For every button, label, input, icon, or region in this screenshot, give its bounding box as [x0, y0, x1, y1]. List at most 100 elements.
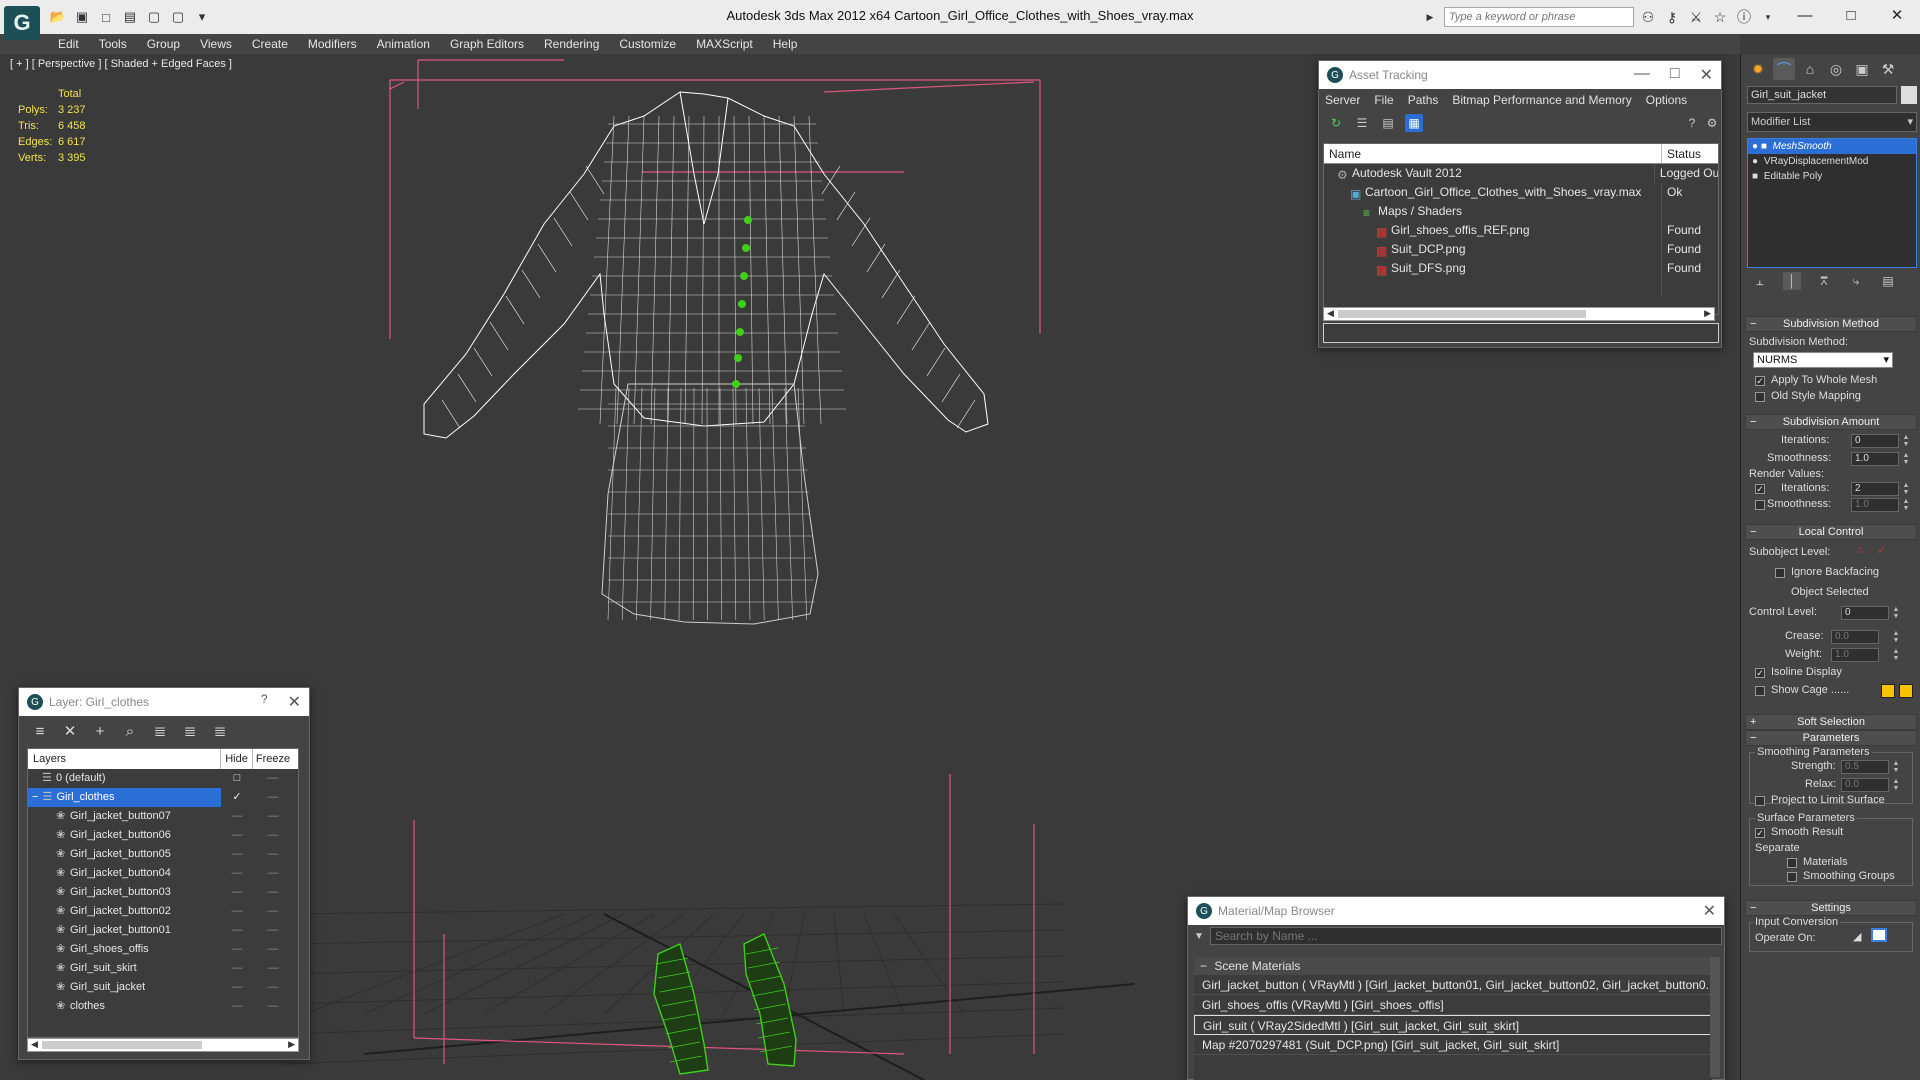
smooth-result-checkbox[interactable]: ✓ — [1755, 828, 1765, 838]
render-smoothness-checkbox[interactable] — [1755, 500, 1765, 510]
asset-menu-file[interactable]: File — [1374, 93, 1393, 107]
viewport-label[interactable]: [ + ] [ Perspective ] [ Shaded + Edged F… — [10, 58, 232, 70]
spinner-arrows-icon[interactable]: ▲ ▼ — [1891, 630, 1901, 644]
minimize-icon[interactable]: — — [1782, 0, 1828, 30]
hide-all-icon[interactable]: ≣ — [181, 722, 199, 740]
freeze-toggle[interactable]: — — [253, 845, 293, 864]
materials-checkbox[interactable] — [1787, 858, 1797, 868]
collapse-icon[interactable]: − — [1200, 959, 1207, 973]
horizontal-scrollbar[interactable]: ◀ ▶ — [27, 1038, 299, 1052]
hide-toggle[interactable]: — — [221, 902, 253, 921]
vertical-scrollbar[interactable] — [1710, 957, 1720, 1077]
scroll-left-icon[interactable]: ◀ — [1327, 308, 1334, 319]
material-browser-title-bar[interactable]: G Material/Map Browser ✕ — [1188, 897, 1724, 925]
help-dropdown-icon[interactable]: ▾ — [1758, 7, 1778, 27]
freeze-toggle[interactable]: — — [253, 997, 293, 1016]
layer-row[interactable]: ❀ Girl_shoes_offis — — — [28, 940, 298, 959]
maximize-icon[interactable]: □ — [1670, 65, 1680, 85]
asset-row[interactable]: ▩ Girl_shoes_offis_REF.png Found — [1324, 221, 1718, 240]
show-end-result-icon[interactable]: │ — [1783, 272, 1801, 290]
strength-spinner[interactable]: 0.5 — [1841, 760, 1889, 774]
hide-toggle[interactable]: — — [221, 883, 253, 902]
layer-row[interactable]: − ☰ Girl_clothes ✓ — — [28, 788, 298, 807]
layer-row[interactable]: ❀ Girl_suit_skirt — — — [28, 959, 298, 978]
new-layer-icon[interactable]: ≡ — [31, 722, 49, 740]
material-row[interactable]: Girl_shoes_offis (VRayMtl ) [Girl_shoes_… — [1194, 995, 1712, 1015]
object-name-field[interactable]: Girl_suit_jacket — [1747, 86, 1897, 104]
undo-icon[interactable]: ▢ — [144, 7, 164, 27]
delete-layer-icon[interactable]: ✕ — [61, 722, 79, 740]
menu-create[interactable]: Create — [242, 34, 298, 54]
hide-toggle[interactable]: — — [221, 826, 253, 845]
freeze-toggle[interactable]: — — [253, 807, 293, 826]
old-style-mapping-checkbox[interactable] — [1755, 392, 1765, 402]
layer-row[interactable]: ❀ Girl_suit_jacket — — — [28, 978, 298, 997]
column-hide[interactable]: Hide — [221, 749, 253, 769]
key-icon[interactable]: ⚷ — [1662, 7, 1682, 27]
render-iterations-checkbox[interactable]: ✓ — [1755, 484, 1765, 494]
hide-toggle[interactable]: — — [221, 997, 253, 1016]
menu-views[interactable]: Views — [190, 34, 242, 54]
motion-tab-icon[interactable]: ◎ — [1825, 58, 1847, 80]
relax-spinner[interactable]: 0.0 — [1841, 778, 1889, 792]
freeze-toggle[interactable]: — — [253, 902, 293, 921]
utilities-tab-icon[interactable]: ⚒ — [1877, 58, 1899, 80]
scroll-left-icon[interactable]: ◀ — [31, 1039, 38, 1050]
object-color-swatch[interactable] — [1901, 86, 1917, 104]
iterations-spinner[interactable]: 0 — [1851, 434, 1899, 448]
scene-materials-group[interactable]: − Scene Materials — [1194, 957, 1712, 975]
freeze-toggle[interactable]: — — [253, 788, 293, 807]
app-logo-icon[interactable]: G — [4, 6, 40, 40]
hide-toggle[interactable]: ✓ — [221, 788, 253, 807]
add-to-layer-icon[interactable]: + — [91, 722, 109, 740]
asset-menu-bitmap-performance-and-memory[interactable]: Bitmap Performance and Memory — [1452, 93, 1631, 107]
asset-menu-paths[interactable]: Paths — [1408, 93, 1439, 107]
layer-row[interactable]: ❀ Girl_jacket_button01 — — — [28, 921, 298, 940]
hide-toggle[interactable]: — — [221, 864, 253, 883]
menu-maxscript[interactable]: MAXScript — [686, 34, 763, 54]
maximize-icon[interactable]: □ — [1828, 0, 1874, 30]
menu-modifiers[interactable]: Modifiers — [298, 34, 367, 54]
ignore-backfacing-checkbox[interactable] — [1775, 568, 1785, 578]
freeze-toggle[interactable]: — — [253, 883, 293, 902]
favorites-star-icon[interactable]: ☆ — [1710, 7, 1730, 27]
render-iterations-spinner[interactable]: 2 — [1851, 482, 1899, 496]
stack-item[interactable]: ● VRayDisplacementMod — [1748, 154, 1916, 169]
collapse-icon[interactable]: − — [32, 791, 38, 803]
menu-tools[interactable]: Tools — [89, 34, 137, 54]
asset-row[interactable]: ≡ Maps / Shaders — [1324, 202, 1718, 221]
vertex-subobject-icon[interactable]: ∴ — [1857, 544, 1864, 557]
rollout-parameters[interactable]: − Parameters — [1745, 730, 1917, 746]
menu-edit[interactable]: Edit — [48, 34, 89, 54]
cage-selected-color-swatch[interactable] — [1899, 684, 1913, 698]
layer-row[interactable]: ❀ Girl_jacket_button04 — — — [28, 864, 298, 883]
current-layer-mark[interactable]: ✓ — [232, 791, 241, 803]
help-icon[interactable]: ⓘ — [1734, 7, 1754, 27]
scroll-thumb[interactable] — [42, 1041, 202, 1049]
hide-toggle[interactable]: — — [221, 807, 253, 826]
spinner-arrows-icon[interactable]: ▲ ▼ — [1891, 778, 1901, 792]
scroll-right-icon[interactable]: ▶ — [1704, 308, 1711, 319]
freeze-toggle[interactable]: — — [253, 769, 293, 788]
close-icon[interactable]: ✕ — [1700, 65, 1713, 85]
subdivision-method-select[interactable]: NURMS ▾ — [1753, 352, 1893, 368]
redo-icon[interactable]: ▢ — [168, 7, 188, 27]
highlight-selected-icon[interactable]: ≣ — [151, 722, 169, 740]
rollout-subdivision-method[interactable]: − Subdivision Method — [1745, 316, 1917, 332]
spinner-arrows-icon[interactable]: ▲ ▼ — [1891, 606, 1901, 620]
freeze-toggle[interactable]: — — [253, 940, 293, 959]
material-search-input[interactable] — [1209, 927, 1722, 945]
quick-access-dropdown-icon[interactable]: ▾ — [192, 7, 212, 27]
help-icon[interactable]: ? — [261, 692, 268, 712]
pin-stack-icon[interactable]: ⫠ — [1751, 272, 1769, 290]
apply-whole-mesh-checkbox[interactable]: ✓ — [1755, 376, 1765, 386]
scroll-right-icon[interactable]: ▶ — [288, 1039, 295, 1050]
rollout-settings[interactable]: − Settings — [1745, 900, 1917, 916]
open-file-icon[interactable]: 📂 — [48, 7, 68, 27]
weight-spinner[interactable]: 1.0 — [1831, 648, 1879, 662]
layer-row[interactable]: ❀ Girl_jacket_button02 — — — [28, 902, 298, 921]
freeze-toggle[interactable]: — — [253, 921, 293, 940]
rollout-subdivision-amount[interactable]: − Subdivision Amount — [1745, 414, 1917, 430]
freeze-toggle[interactable]: — — [253, 864, 293, 883]
configure-sets-icon[interactable]: ▤ — [1879, 272, 1897, 290]
